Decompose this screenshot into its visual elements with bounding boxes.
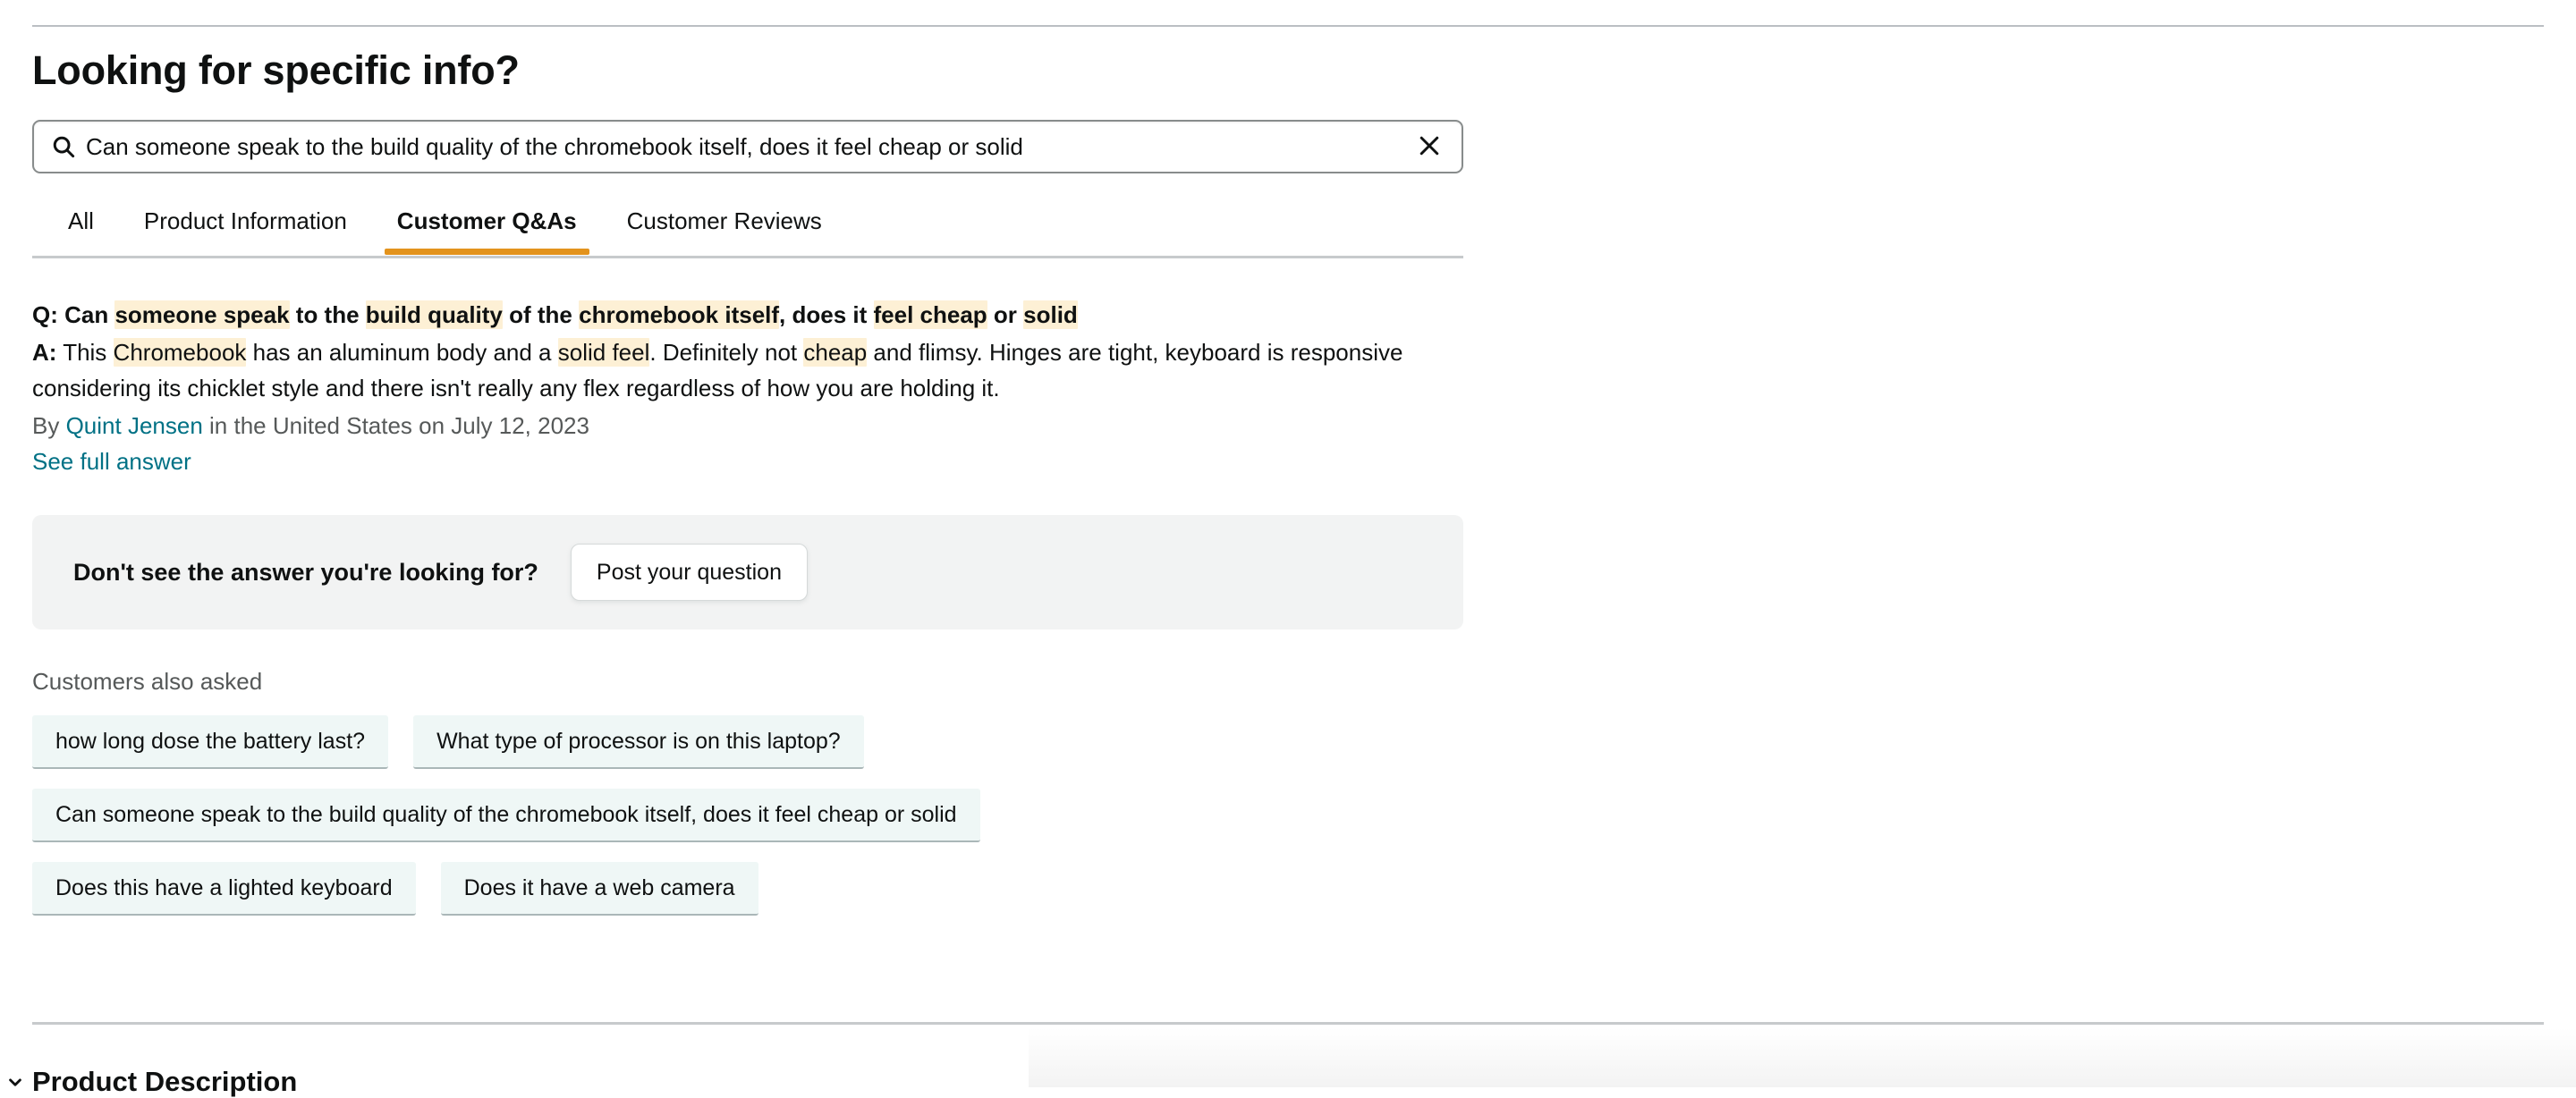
tab-row: All Product Information Customer Q&As Cu…	[32, 200, 1463, 256]
qa-question-prefix: Q:	[32, 301, 58, 328]
author-link[interactable]: Quint Jensen	[66, 412, 203, 439]
chip-row: how long dose the battery last? What type…	[32, 715, 2544, 769]
tab-all[interactable]: All	[68, 200, 94, 253]
filter-tabs: All Product Information Customer Q&As Cu…	[32, 200, 1463, 263]
plain-text-run: to the	[289, 301, 366, 328]
chevron-down-icon	[4, 1070, 27, 1094]
plain-text-run: of the	[502, 301, 580, 328]
highlighted-term: build quality	[365, 300, 503, 329]
plain-text-run: , does it	[779, 301, 874, 328]
tab-customer-reviews[interactable]: Customer Reviews	[627, 200, 822, 253]
highlighted-term: someone speak	[114, 300, 290, 329]
plain-text-run: . Definitely not	[649, 339, 804, 366]
clear-search-button[interactable]	[1404, 122, 1454, 172]
close-icon	[1416, 132, 1443, 162]
post-your-question-button[interactable]: Post your question	[570, 544, 808, 601]
highlighted-term: feel cheap	[873, 300, 987, 329]
chip-row: Can someone speak to the build quality o…	[32, 789, 2544, 842]
suggested-question-chip[interactable]: how long dose the battery last?	[32, 715, 389, 769]
byline-prefix: By	[32, 412, 66, 439]
suggested-question-chip[interactable]: Does it have a web camera	[440, 862, 758, 916]
plain-text-run: has an aluminum body and a	[246, 339, 558, 366]
search-bar[interactable]	[32, 120, 1463, 173]
highlighted-term: cheap	[803, 338, 868, 367]
plain-text-run: This	[56, 339, 114, 366]
plain-text-run: or	[987, 301, 1024, 328]
highlighted-term: solid feel	[557, 338, 650, 367]
search-input[interactable]	[86, 132, 1404, 161]
page-title: Looking for specific info?	[32, 47, 520, 93]
specific-info-section: Looking for specific info? All Product I…	[32, 46, 2544, 935]
product-description-title: Product Description	[32, 1066, 298, 1097]
post-question-panel: Don't see the answer you're looking for?…	[32, 515, 1463, 629]
qa-result: Q: Can someone speak to the build qualit…	[32, 297, 1481, 479]
page-fade-overlay	[1029, 1028, 2576, 1087]
tab-customer-qas[interactable]: Customer Q&As	[384, 200, 589, 255]
highlighted-term: Chromebook	[113, 338, 247, 367]
search-icon	[50, 133, 77, 160]
post-question-label: Don't see the answer you're looking for?	[73, 558, 538, 586]
suggested-question-chip[interactable]: Can someone speak to the build quality o…	[32, 789, 980, 842]
suggested-question-chip[interactable]: What type of processor is on this laptop…	[413, 715, 864, 769]
byline-suffix: in the United States on July 12, 2023	[202, 412, 589, 439]
suggested-question-chip[interactable]: Does this have a lighted keyboard	[32, 862, 416, 916]
highlighted-term: chromebook itself	[579, 300, 780, 329]
qa-answer: A: This Chromebook has an aluminum body …	[32, 334, 1481, 406]
plain-text-run: Can	[57, 301, 115, 328]
qa-question-text: Can someone speak to the build quality o…	[58, 300, 1078, 329]
bottom-divider	[32, 1022, 2544, 1025]
highlighted-term: solid	[1023, 300, 1078, 329]
see-full-answer-link[interactable]: See full answer	[32, 443, 1481, 479]
qa-question: Q: Can someone speak to the build qualit…	[32, 297, 1481, 333]
top-divider	[32, 25, 2544, 27]
product-description-section-header[interactable]: Product Description	[0, 1066, 297, 1098]
customers-also-asked-list: how long dose the battery last? What type…	[32, 715, 2544, 916]
tabs-underline	[32, 256, 1463, 258]
chip-row: Does this have a lighted keyboard Does it…	[32, 862, 2544, 916]
tab-product-information[interactable]: Product Information	[144, 200, 347, 253]
qa-answer-text: This Chromebook has an aluminum body and…	[32, 338, 1402, 401]
qa-answer-prefix: A:	[32, 339, 57, 366]
qa-byline: By Quint Jensen in the United States on …	[32, 408, 1481, 443]
customers-also-asked-label: Customers also asked	[32, 668, 263, 695]
